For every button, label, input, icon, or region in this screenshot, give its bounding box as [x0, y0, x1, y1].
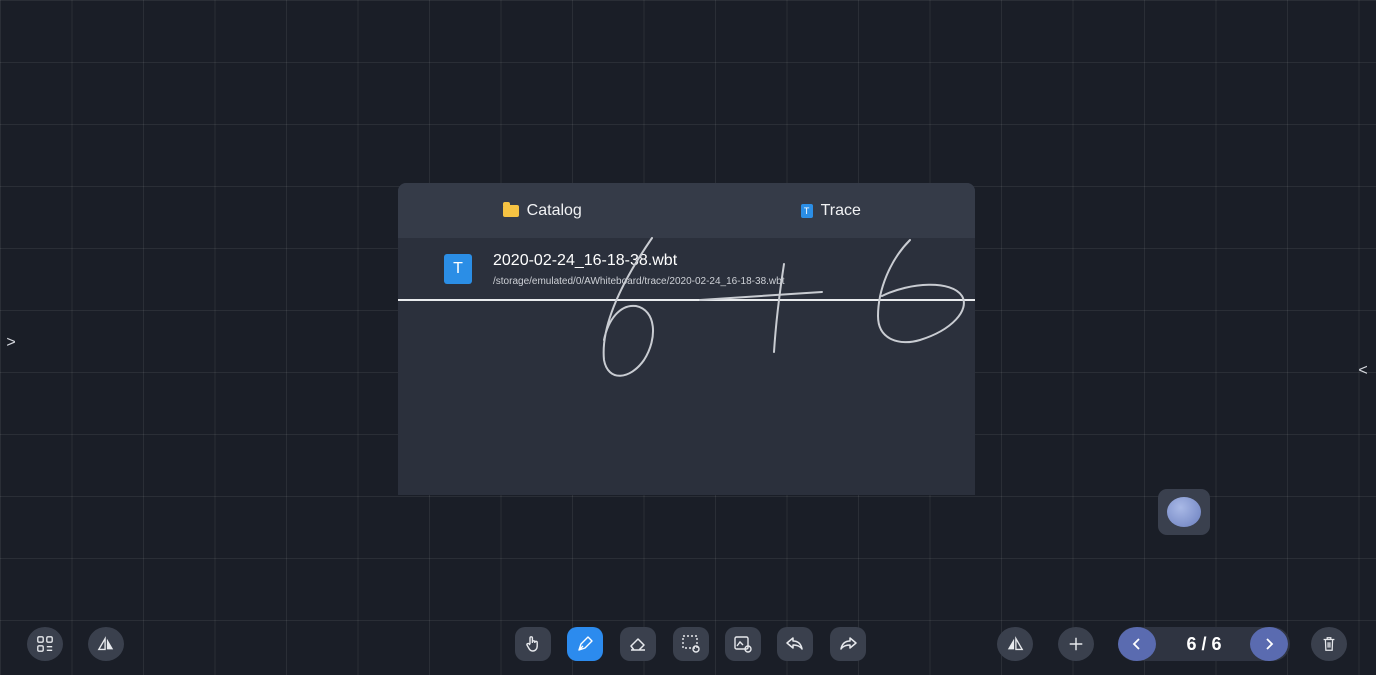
- file-name: 2020-02-24_16-18-38.wbt: [493, 252, 678, 269]
- shape-mirror-button[interactable]: [88, 627, 124, 661]
- delete-icon: [1323, 637, 1335, 651]
- redo-icon: [840, 637, 857, 650]
- hand-icon: [526, 636, 538, 652]
- undo-button[interactable]: [777, 627, 813, 661]
- file-browser-panel: Catalog T Trace T 2020-02-24_16-18-38.wb…: [398, 183, 975, 495]
- image-settings-button[interactable]: [725, 627, 761, 661]
- delete-page-button[interactable]: [1311, 627, 1347, 661]
- image-settings-icon: [734, 636, 752, 653]
- page-navigator: 6 / 6: [1118, 627, 1290, 661]
- previous-page-button[interactable]: [1118, 627, 1156, 661]
- floating-ball-button[interactable]: [1158, 489, 1210, 535]
- file-path: /storage/emulated/0/AWhiteboard/trace/20…: [493, 276, 785, 287]
- expand-left-arrow-icon[interactable]: >: [4, 334, 18, 352]
- file-list-item[interactable]: T 2020-02-24_16-18-38.wbt /storage/emula…: [398, 238, 975, 300]
- redo-button[interactable]: [830, 627, 866, 661]
- mirror-button[interactable]: [997, 627, 1033, 661]
- shape-mirror-icon: [97, 636, 114, 651]
- tab-catalog[interactable]: Catalog: [398, 201, 687, 220]
- hand-tool-button[interactable]: [515, 627, 551, 661]
- mirror-icon: [1007, 636, 1024, 651]
- pen-icon: [578, 636, 593, 651]
- expand-right-arrow-icon[interactable]: <: [1356, 362, 1370, 380]
- next-page-button[interactable]: [1250, 627, 1288, 661]
- lasso-select-icon: [682, 635, 700, 653]
- folder-icon: [502, 201, 519, 217]
- ink-stroke-line: [398, 299, 975, 301]
- lasso-select-button[interactable]: [673, 627, 709, 661]
- pen-tool-button[interactable]: [567, 627, 603, 661]
- add-page-icon: [1069, 637, 1083, 651]
- eraser-tool-button[interactable]: [620, 627, 656, 661]
- add-page-button[interactable]: [1058, 627, 1094, 661]
- tab-trace[interactable]: T Trace: [687, 202, 976, 220]
- tab-trace-label: Trace: [820, 201, 861, 219]
- page-counter: 6 / 6: [1186, 634, 1222, 654]
- eraser-icon: [630, 638, 645, 651]
- undo-icon: [786, 637, 803, 650]
- next-page-icon: [1266, 638, 1274, 650]
- previous-page-icon: [1132, 638, 1140, 650]
- wbt-file-icon: T: [444, 254, 472, 284]
- tab-catalog-label: Catalog: [526, 201, 582, 219]
- grid-menu-icon: [37, 636, 53, 652]
- grid-menu-button[interactable]: [27, 627, 63, 661]
- file-icon: T: [800, 203, 813, 218]
- floating-ball-icon: [1167, 497, 1201, 527]
- panel-tab-bar: Catalog T Trace: [398, 183, 975, 238]
